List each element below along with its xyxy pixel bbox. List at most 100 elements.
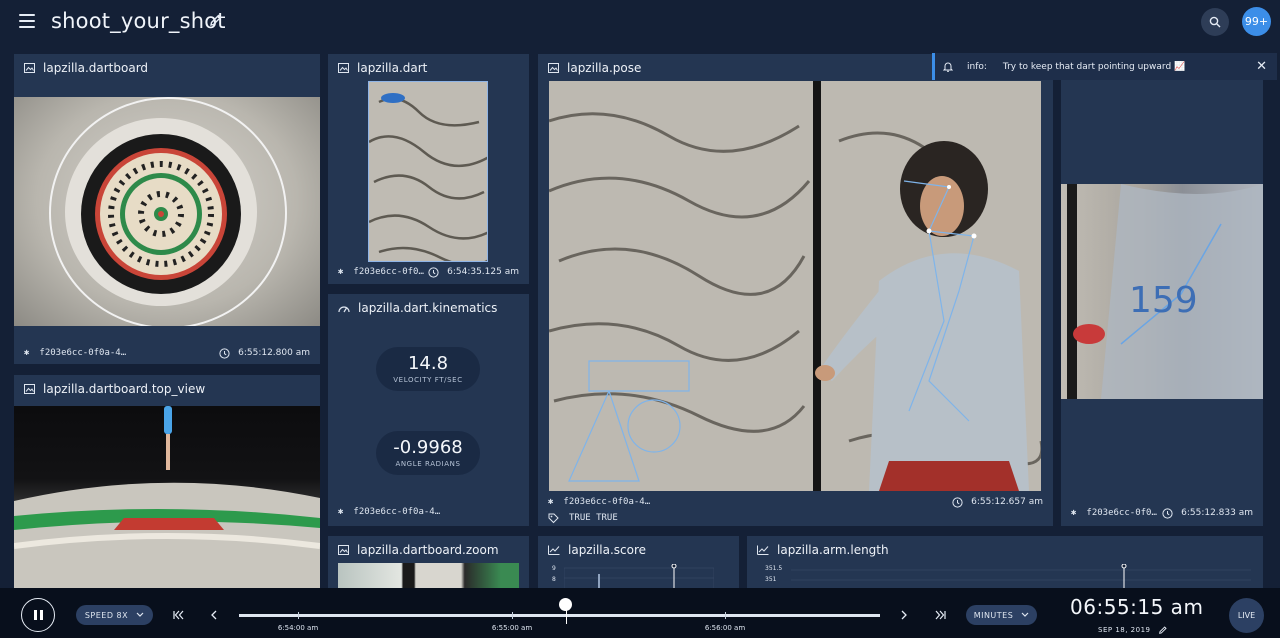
speed-dropdown[interactable]: SPEED 8X (76, 605, 153, 625)
pencil-icon (1159, 626, 1167, 634)
pose-graphic (549, 81, 1041, 491)
timestamp: 6:55:12.833 am (1181, 508, 1253, 518)
velocity-label: VELOCITY FT/SEC (393, 376, 463, 384)
chevron-down-icon (1021, 612, 1029, 617)
y-tick-label: 351 (765, 576, 777, 583)
toast-message: Try to keep that dart pointing upward 📈 (1002, 61, 1186, 72)
panel-title: lapzilla.dartboard.zoom (338, 542, 499, 558)
y-tick-label: 8 (552, 576, 556, 583)
skip-back-icon[interactable] (173, 610, 184, 620)
panel-title-text: lapzilla.dartboard.top_view (43, 382, 206, 396)
step-back-icon[interactable] (210, 610, 217, 620)
timestamp: 6:55:12.657 am (971, 497, 1043, 507)
panel-footer: ✱ f203e6cc-0f0a-4… (328, 501, 529, 523)
stream-id: f203e6cc-0f0… (353, 267, 424, 277)
stream-id: f203e6cc-0f0a-4… (353, 507, 441, 517)
tag-values: TRUE TRUE (569, 513, 618, 523)
panel-title-text: lapzilla.dart (357, 61, 428, 75)
image-icon (548, 63, 559, 73)
speed-label: SPEED 8X (84, 610, 129, 620)
pencil-icon[interactable] (210, 14, 222, 26)
bell-icon (943, 62, 953, 72)
panel-title-text: lapzilla.dartboard.zoom (357, 543, 499, 557)
info-toast: info: Try to keep that dart pointing upw… (932, 53, 1277, 80)
search-icon (1209, 16, 1221, 28)
top-view-camera-image (14, 406, 320, 588)
unit-dropdown[interactable]: MINUTES (966, 605, 1037, 625)
tag-icon (548, 513, 559, 523)
timeline-track[interactable] (239, 614, 880, 617)
panel-footer: ✱ f203e6cc-0f0a-4… 6:55:12.800 am (14, 342, 320, 364)
timeline-label: 6:56:00 am (704, 624, 746, 632)
top-view-graphic (14, 406, 320, 588)
velocity-readout: 14.8 VELOCITY FT/SEC (376, 347, 480, 391)
dart-camera-image (368, 81, 488, 262)
image-icon (24, 63, 35, 73)
unit-label: MINUTES (973, 610, 1014, 620)
current-date-row[interactable]: SEP 18, 2019 (1098, 626, 1167, 634)
image-icon (338, 63, 349, 73)
line-chart-icon (757, 545, 769, 555)
stream-id: f203e6cc-0f0a-4… (563, 497, 651, 507)
velocity-value: 14.8 (407, 353, 449, 374)
asterisk-icon: ✱ (1071, 508, 1077, 518)
playhead-handle[interactable] (559, 598, 573, 611)
angle-label: ANGLE RADIANS (395, 460, 461, 468)
image-icon (24, 384, 35, 394)
panel-pose: lapzilla.pose ✱ f203e6cc-0f0a-4… 6:55:12… (538, 54, 1053, 526)
chevron-down-icon (136, 612, 144, 617)
asterisk-icon: ✱ (338, 267, 344, 277)
panel-title: lapzilla.arm.length (757, 542, 889, 558)
dart-texture-graphic (369, 93, 487, 261)
timestamp: 6:55:12.800 am (238, 348, 310, 358)
y-tick-label: 9 (552, 565, 556, 572)
arm-length-chart (791, 564, 1251, 588)
panel-title-text: lapzilla.dartboard (43, 61, 149, 75)
current-time: 06:55:15 am (1070, 595, 1204, 619)
clock-icon (1162, 507, 1173, 519)
clock-icon (219, 347, 230, 359)
right-camera-image: 159 (1061, 184, 1263, 399)
panel-title-text: lapzilla.pose (567, 61, 642, 75)
panel-dartboard: lapzilla.dartboard ✱ f203e6cc-0f0a-4… 6:… (14, 54, 320, 364)
asterisk-icon: ✱ (338, 507, 344, 517)
panel-title-text: lapzilla.arm.length (777, 543, 889, 557)
close-icon[interactable]: ✕ (1256, 59, 1267, 74)
pose-camera-image (549, 81, 1041, 491)
panel-title: lapzilla.dartboard (24, 60, 148, 76)
pause-icon (33, 610, 37, 620)
pause-button[interactable] (21, 598, 55, 632)
app-title: shoot_your_shot (51, 9, 226, 33)
line-chart-icon (548, 545, 560, 555)
score-chart (564, 564, 714, 588)
toast-label: info: (967, 61, 987, 72)
panel-title: lapzilla.score (548, 542, 646, 558)
timeline-label: 6:55:00 am (491, 624, 533, 632)
stream-id: f203e6cc-0f0… (1086, 508, 1157, 518)
live-button[interactable]: LIVE (1229, 598, 1264, 633)
gauge-icon (338, 306, 350, 313)
stream-id: f203e6cc-0f0a-4… (39, 348, 127, 358)
panel-dartboard-top-view: lapzilla.dartboard.top_view (14, 375, 320, 588)
timeline-label: 6:54:00 am (277, 624, 319, 632)
notifications-badge[interactable]: 99+ (1242, 7, 1271, 36)
panel-title: lapzilla.pose (548, 60, 641, 76)
playback-bar: SPEED 8X 6:54:00 am 6:55:00 am 6:56:00 a… (0, 588, 1280, 638)
panel-title: lapzilla.dart (338, 60, 427, 76)
panel-footer: ✱ f203e6cc-0f0… 6:55:12.833 am (1061, 502, 1263, 524)
panel-footer: ✱ f203e6cc-0f0… 6:54:35.125 am (328, 261, 529, 283)
panel-dart: lapzilla.dart ✱ f203e6cc-0f0… 6:54:35.12… (328, 54, 529, 284)
timestamp: 6:54:35.125 am (447, 267, 519, 277)
search-button[interactable] (1201, 8, 1229, 36)
step-forward-icon[interactable] (901, 610, 908, 620)
menu-icon[interactable] (19, 14, 35, 28)
panel-title: lapzilla.dart.kinematics (338, 300, 497, 316)
panel-arm-length: lapzilla.arm.length 351.5 351 (747, 536, 1263, 588)
skip-forward-icon[interactable] (935, 610, 946, 620)
angle-value: -0.9968 (393, 437, 463, 458)
image-icon (338, 545, 349, 555)
dartboard-camera-image (14, 97, 320, 326)
dartboard-graphic (49, 97, 287, 326)
overlay-number: 159 (1129, 280, 1198, 321)
panel-title-text: lapzilla.dart.kinematics (358, 301, 498, 315)
